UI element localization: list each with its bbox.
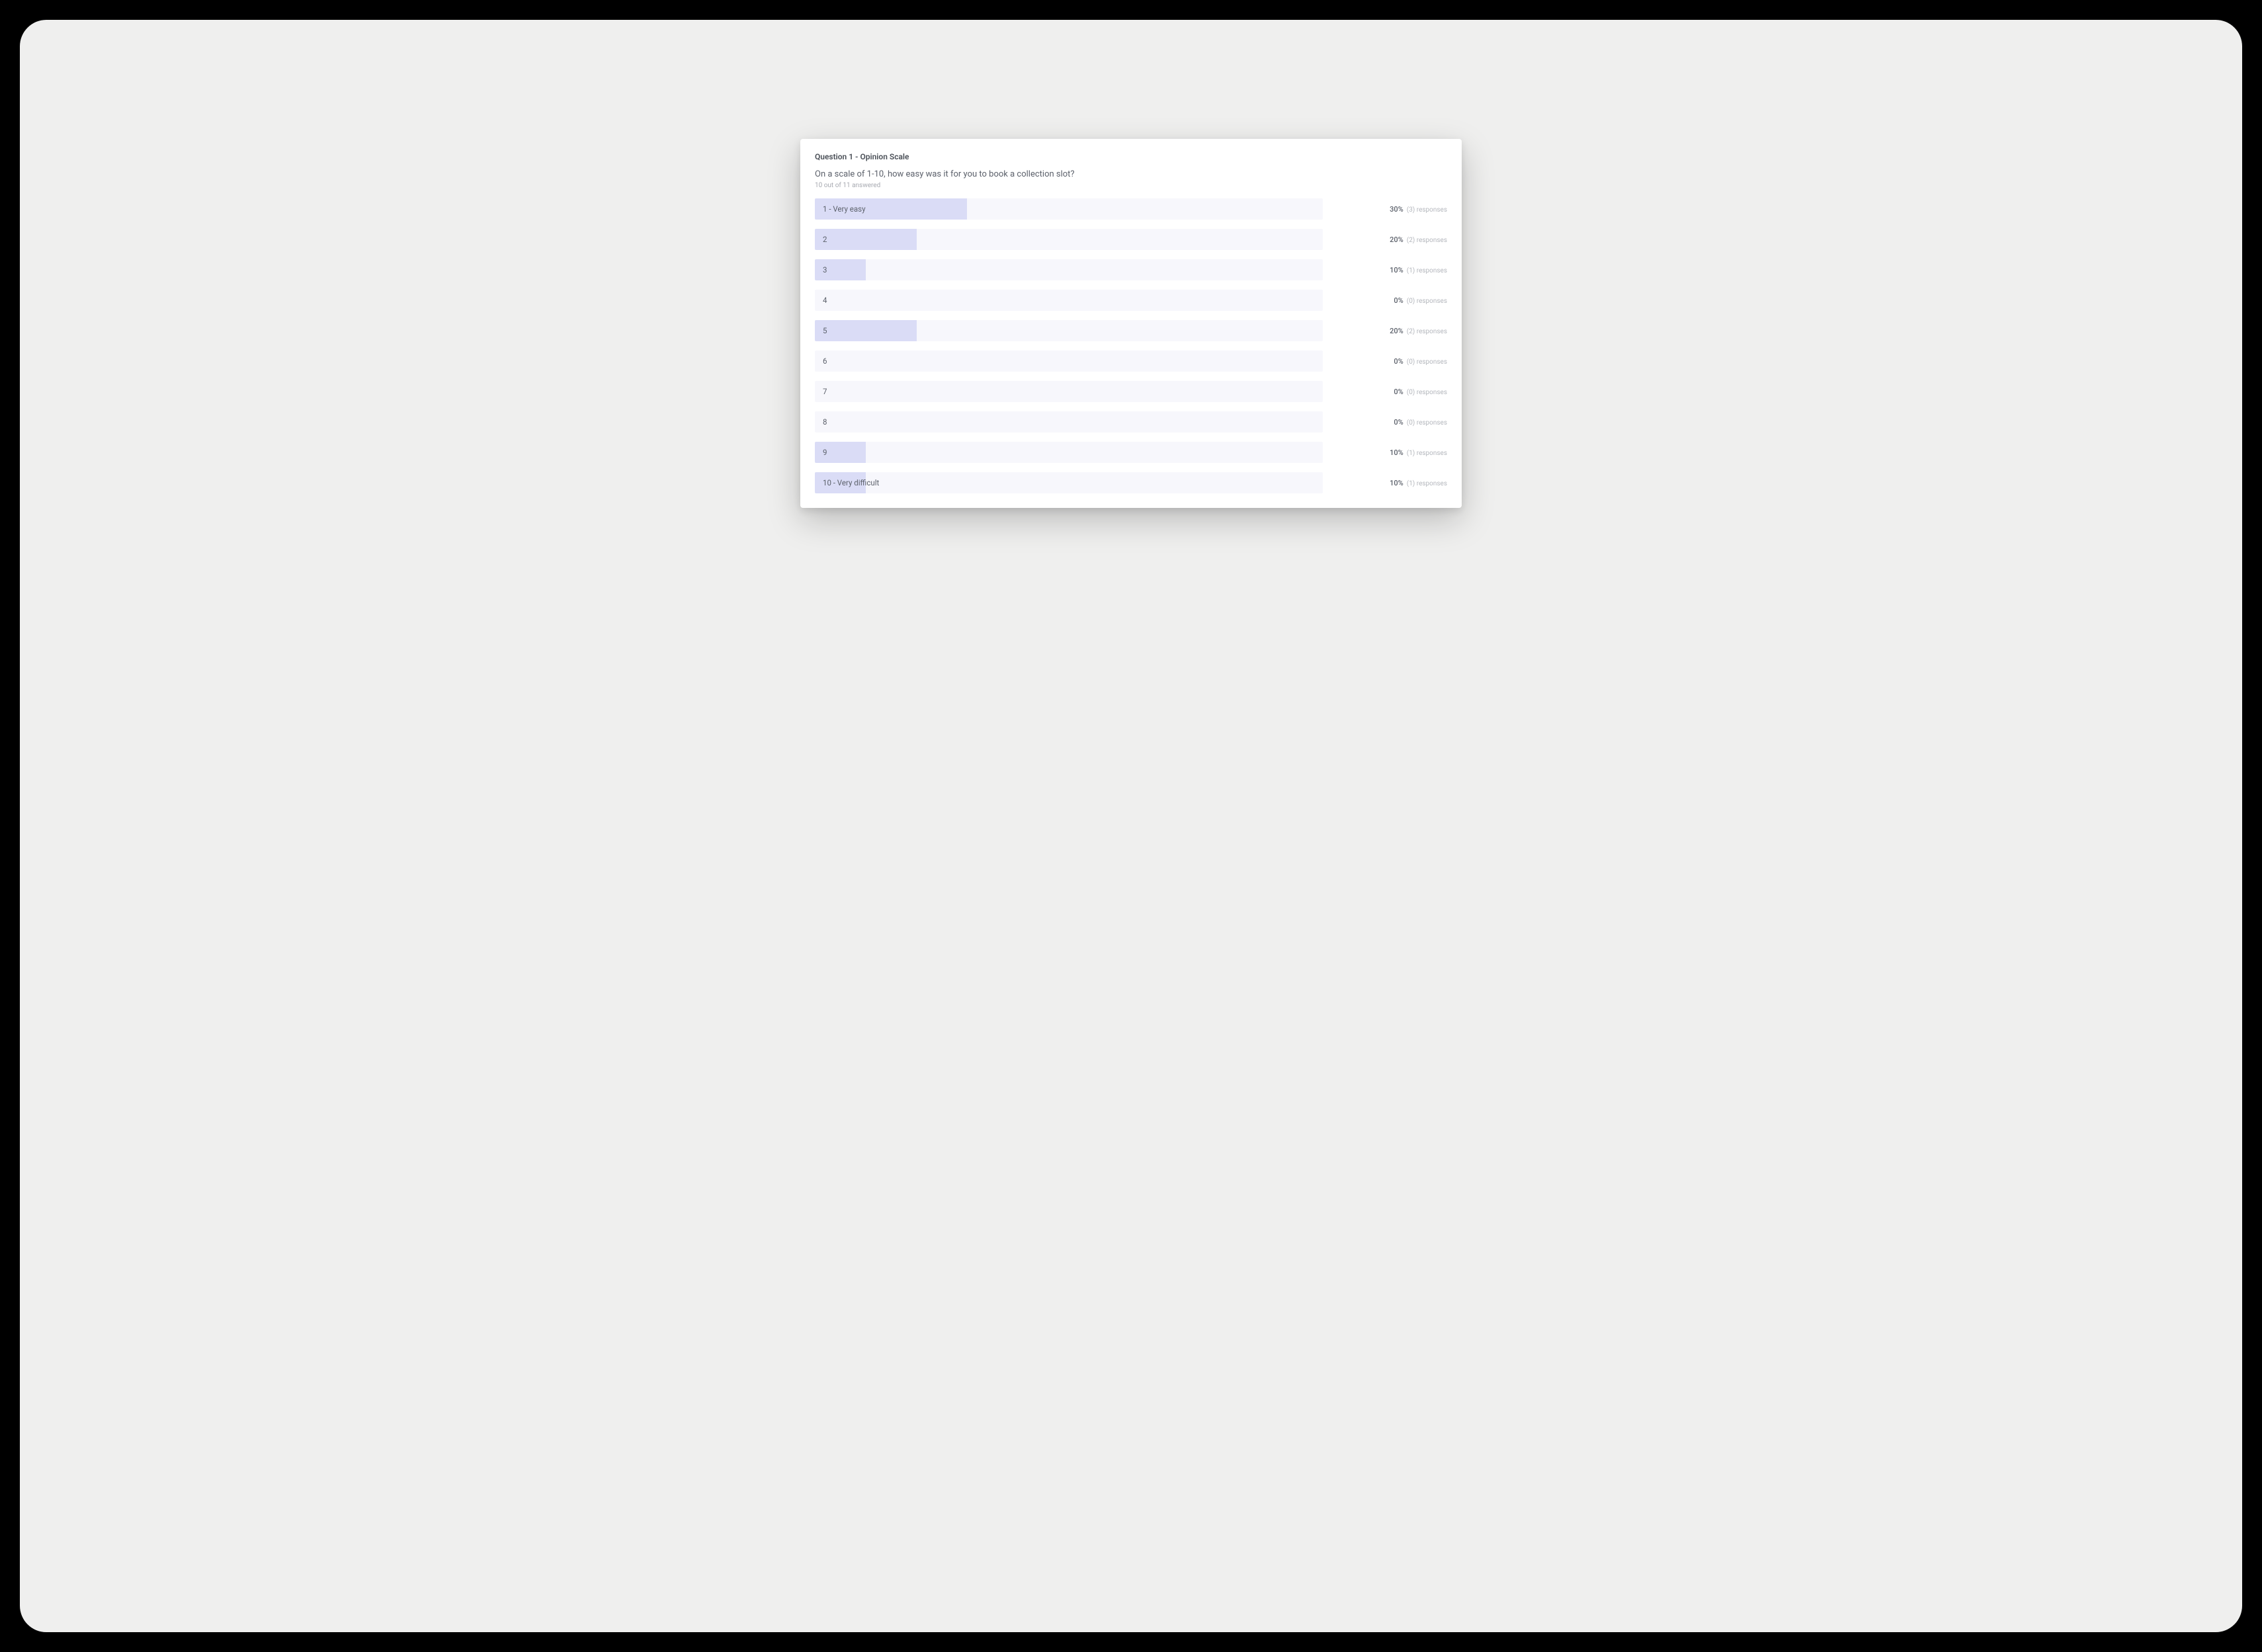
row-stats: 0% (0) responses (1335, 357, 1447, 366)
bar-track: 7 (815, 381, 1323, 402)
percent-value: 20% (1390, 327, 1403, 335)
result-row: 8 0% (0) responses (815, 411, 1447, 433)
row-stats: 0% (0) responses (1335, 296, 1447, 305)
responses-count: (1) responses (1407, 450, 1447, 457)
bar-track: 2 (815, 229, 1323, 250)
bar-track: 3 (815, 259, 1323, 280)
row-stats: 0% (0) responses (1335, 418, 1447, 427)
question-text: On a scale of 1-10, how easy was it for … (815, 169, 1447, 179)
bar-track: 8 (815, 411, 1323, 433)
row-stats: 0% (0) responses (1335, 388, 1447, 396)
bar-label: 9 (823, 448, 827, 457)
bar-label: 10 - Very difficult (823, 478, 879, 487)
bar-label: 2 (823, 235, 827, 244)
bar-label: 4 (823, 296, 827, 305)
bar-label: 6 (823, 356, 827, 366)
row-stats: 10% (1) responses (1335, 266, 1447, 274)
results-rows: 1 - Very easy30%(3) responses220%(2) res… (815, 198, 1447, 493)
bar-track: 10 - Very difficult (815, 472, 1323, 493)
percent-value: 10% (1390, 266, 1403, 274)
result-row: 1 - Very easy 30% (3) responses (815, 198, 1447, 220)
result-row: 9 10% (1) responses (815, 442, 1447, 463)
bar-fill (815, 229, 917, 250)
percent-value: 0% (1394, 418, 1403, 427)
row-stats: 20% (2) responses (1335, 327, 1447, 335)
responses-count: (2) responses (1407, 237, 1447, 244)
outer-frame: Question 1 - Opinion Scale On a scale of… (20, 20, 2242, 1632)
bar-track: 5 (815, 320, 1323, 341)
percent-value: 20% (1390, 235, 1403, 244)
row-stats: 20% (2) responses (1335, 235, 1447, 244)
bar-track: 9 (815, 442, 1323, 463)
bar-fill (815, 320, 917, 341)
result-row: 2 20% (2) responses (815, 229, 1447, 250)
responses-count: (1) responses (1407, 267, 1447, 274)
bar-label: 5 (823, 326, 827, 335)
percent-value: 0% (1394, 388, 1403, 396)
bar-track: 4 (815, 290, 1323, 311)
question-header: Question 1 - Opinion Scale (815, 152, 1447, 161)
bar-label: 7 (823, 387, 827, 396)
row-stats: 10% (1) responses (1335, 479, 1447, 487)
bar-label: 3 (823, 265, 827, 274)
percent-value: 0% (1394, 357, 1403, 366)
responses-count: (3) responses (1407, 206, 1447, 214)
percent-value: 10% (1390, 479, 1403, 487)
responses-count: (1) responses (1407, 480, 1447, 487)
result-row: 3 10% (1) responses (815, 259, 1447, 280)
row-stats: 30% (3) responses (1335, 205, 1447, 214)
percent-value: 30% (1390, 205, 1403, 214)
survey-results-card: Question 1 - Opinion Scale On a scale of… (800, 139, 1462, 508)
responses-count: (0) responses (1407, 358, 1447, 366)
result-row: 5 20% (2) responses (815, 320, 1447, 341)
row-stats: 10% (1) responses (1335, 448, 1447, 457)
responses-count: (0) responses (1407, 419, 1447, 427)
result-row: 7 0% (0) responses (815, 381, 1447, 402)
answered-count: 10 out of 11 answered (815, 182, 1447, 189)
responses-count: (0) responses (1407, 298, 1447, 305)
result-row: 4 0% (0) responses (815, 290, 1447, 311)
bar-label: 1 - Very easy (823, 204, 866, 214)
result-row: 6 0% (0) responses (815, 351, 1447, 372)
responses-count: (2) responses (1407, 328, 1447, 335)
responses-count: (0) responses (1407, 389, 1447, 396)
percent-value: 0% (1394, 296, 1403, 305)
bar-track: 6 (815, 351, 1323, 372)
result-row: 10 - Very difficult 10% (1) responses (815, 472, 1447, 493)
bar-track: 1 - Very easy (815, 198, 1323, 220)
bar-label: 8 (823, 417, 827, 427)
percent-value: 10% (1390, 448, 1403, 457)
